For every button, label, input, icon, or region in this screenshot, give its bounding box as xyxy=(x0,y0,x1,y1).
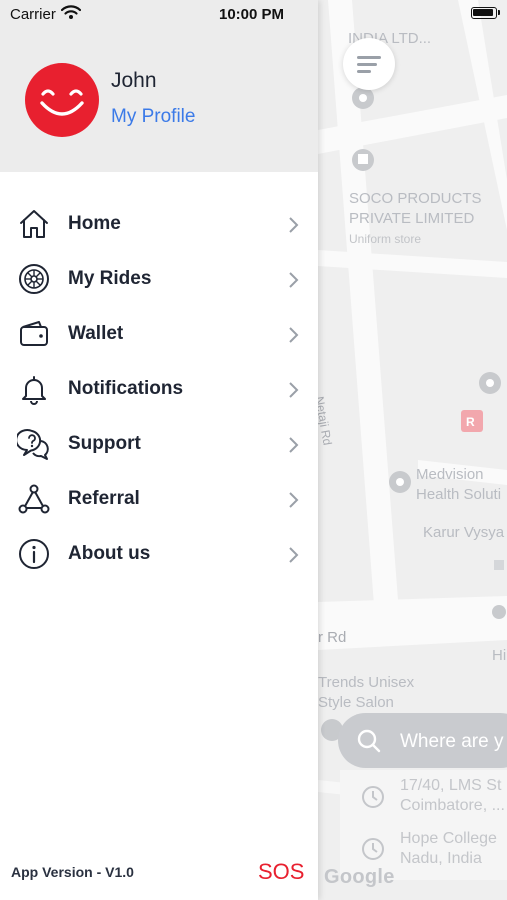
menu-item-label: Home xyxy=(68,213,121,234)
drawer-menu: Home My Rides Wallet Notifications Suppo… xyxy=(0,197,318,582)
navigation-drawer: John My Profile Home My Rides Wallet Not… xyxy=(0,0,318,900)
menu-line-icon xyxy=(357,70,371,73)
recent-place-line1: Hope College xyxy=(400,830,497,847)
home-icon xyxy=(20,210,48,238)
destination-search-placeholder: Where are y xyxy=(400,731,504,752)
recent-places-card: 17/40, LMS St Coimbatore, ... Hope Colle… xyxy=(340,770,507,880)
menu-item-support[interactable]: Support xyxy=(0,417,318,472)
search-icon xyxy=(357,729,381,753)
chevron-right-icon xyxy=(289,217,299,233)
wallet-icon xyxy=(20,321,48,346)
my-profile-link[interactable]: My Profile xyxy=(111,106,195,128)
map-label-karur: Karur Vysya xyxy=(423,524,505,541)
map-view[interactable]: R INDIA LTD... SOCO PRODUCTS PRIVATE LIM… xyxy=(318,0,507,900)
menu-item-referral[interactable]: Referral xyxy=(0,472,318,527)
status-bar: Carrier 10:00 PM xyxy=(0,0,507,28)
menu-item-about-us[interactable]: About us xyxy=(0,527,318,582)
menu-item-home[interactable]: Home xyxy=(0,197,318,252)
svg-text:R: R xyxy=(466,415,475,429)
chevron-right-icon xyxy=(289,327,299,343)
map-menu-button[interactable] xyxy=(343,38,395,90)
recent-place-item[interactable]: 17/40, LMS St Coimbatore, ... xyxy=(340,770,507,825)
sos-button[interactable]: SOS xyxy=(258,859,304,885)
chevron-right-icon xyxy=(289,272,299,288)
user-name: John xyxy=(111,69,157,92)
map-label-soco-sub: Uniform store xyxy=(349,232,422,246)
menu-item-label: About us xyxy=(68,543,151,564)
map-label-trends-1: Trends Unisex xyxy=(318,674,415,691)
menu-item-label: Notifications xyxy=(68,378,184,399)
menu-line-icon xyxy=(357,56,381,59)
status-time: 10:00 PM xyxy=(219,6,285,23)
menu-item-label: My Rides xyxy=(68,268,152,289)
chevron-right-icon xyxy=(289,547,299,563)
support-chat-icon xyxy=(17,429,49,460)
carrier-label: Carrier xyxy=(10,6,56,23)
smiley-face-icon xyxy=(40,89,84,116)
menu-item-label: Wallet xyxy=(68,323,124,344)
menu-item-notifications[interactable]: Notifications xyxy=(0,362,318,417)
share-nodes-icon xyxy=(18,484,50,514)
menu-item-wallet[interactable]: Wallet xyxy=(0,307,318,362)
map-label-soco-1: SOCO PRODUCTS xyxy=(349,190,482,207)
recent-place-line2: Coimbatore, ... xyxy=(400,797,505,814)
wheel-icon xyxy=(19,264,49,294)
recent-place-line2: Nadu, India xyxy=(400,850,482,867)
map-label-medvision-1: Medvision xyxy=(416,466,484,483)
history-clock-icon xyxy=(362,786,384,808)
chevron-right-icon xyxy=(289,492,299,508)
menu-item-my-rides[interactable]: My Rides xyxy=(0,252,318,307)
battery-icon xyxy=(471,7,497,19)
battery-tip xyxy=(498,10,500,15)
bell-icon xyxy=(22,376,46,405)
menu-item-label: Support xyxy=(68,433,141,454)
wifi-icon xyxy=(61,5,81,19)
app-version: App Version - V1.0 xyxy=(11,864,134,880)
avatar[interactable] xyxy=(25,63,99,137)
map-label-trends-2: Style Salon xyxy=(318,694,394,711)
map-label-hi: Hi xyxy=(492,647,507,664)
destination-search-bar[interactable]: Where are y xyxy=(338,713,507,768)
chevron-right-icon xyxy=(289,437,299,453)
map-label-soco-2: PRIVATE LIMITED xyxy=(349,210,475,227)
info-icon xyxy=(19,539,49,569)
menu-line-icon xyxy=(357,63,377,66)
google-logo: Google xyxy=(324,866,395,888)
map-label-road: r Rd xyxy=(318,629,347,646)
menu-item-label: Referral xyxy=(68,488,140,509)
history-clock-icon xyxy=(362,838,384,860)
chevron-right-icon xyxy=(289,382,299,398)
map-label-medvision-2: Health Soluti xyxy=(416,486,502,503)
recent-place-line1: 17/40, LMS St xyxy=(400,777,502,794)
